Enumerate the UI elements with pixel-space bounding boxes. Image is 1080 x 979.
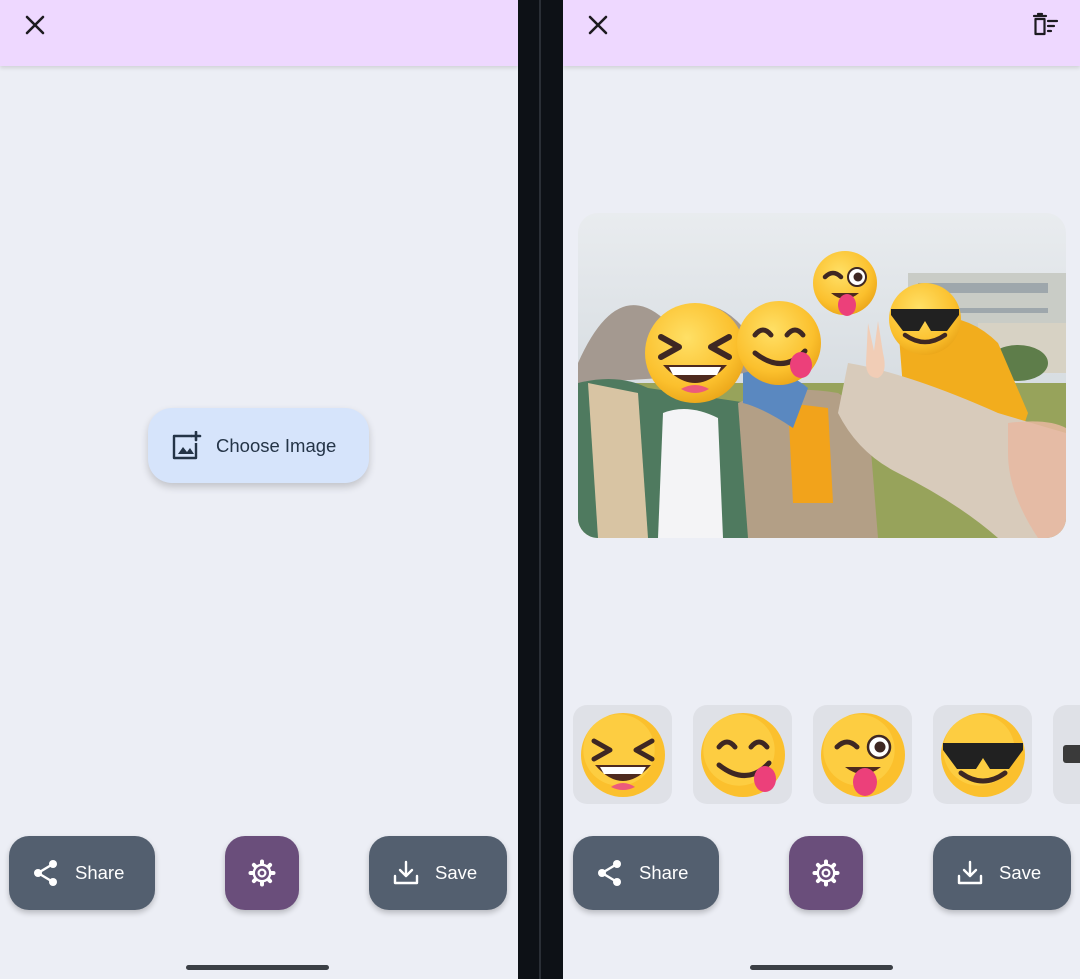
choose-image-label: Choose Image	[216, 434, 337, 456]
share-label: Share	[639, 862, 689, 883]
partially-visible-emoji-icon	[1062, 744, 1080, 763]
download-icon	[393, 860, 419, 885]
winking-face-with-tongue-icon	[820, 712, 905, 797]
settings-button[interactable]	[225, 836, 299, 910]
save-button[interactable]: Save	[369, 836, 507, 910]
delete-sweep-icon	[1032, 12, 1059, 36]
emoji-savoring-food[interactable]	[693, 705, 792, 804]
emoji-partial-next[interactable]	[1053, 705, 1080, 804]
left-screen: Choose Image Share Save	[0, 0, 518, 979]
smiling-face-with-sunglasses-icon	[940, 712, 1025, 797]
settings-button[interactable]	[789, 836, 863, 910]
share-button[interactable]: Share	[9, 836, 155, 910]
top-app-bar	[563, 0, 1080, 66]
save-label: Save	[435, 862, 478, 883]
add-photo-icon	[172, 430, 202, 459]
download-icon	[957, 860, 983, 885]
right-screen: Share Save	[563, 0, 1080, 979]
home-indicator[interactable]	[186, 965, 329, 970]
split-divider	[518, 0, 563, 979]
face-savoring-food-icon	[700, 712, 785, 797]
close-button[interactable]	[583, 10, 613, 40]
share-icon	[34, 860, 57, 886]
emoji-winking-tongue[interactable]	[813, 705, 912, 804]
top-app-bar	[0, 0, 518, 66]
share-label: Share	[75, 862, 125, 883]
share-icon	[598, 860, 621, 886]
choose-image-button[interactable]: Choose Image	[148, 408, 369, 483]
emoji-tray	[563, 705, 1080, 804]
gear-icon	[812, 859, 840, 887]
close-icon	[25, 15, 45, 35]
close-button[interactable]	[20, 10, 50, 40]
grinning-squinting-face-icon	[580, 712, 665, 797]
emoji-grinning-squinting[interactable]	[573, 705, 672, 804]
divider-line	[539, 0, 541, 979]
close-icon	[588, 15, 608, 35]
save-label: Save	[999, 862, 1042, 883]
save-button[interactable]: Save	[933, 836, 1071, 910]
gear-icon	[248, 859, 276, 887]
clear-all-button[interactable]	[1030, 10, 1060, 40]
edited-photo[interactable]	[578, 213, 1066, 538]
emoji-sunglasses[interactable]	[933, 705, 1032, 804]
home-indicator[interactable]	[750, 965, 893, 970]
share-button[interactable]: Share	[573, 836, 719, 910]
